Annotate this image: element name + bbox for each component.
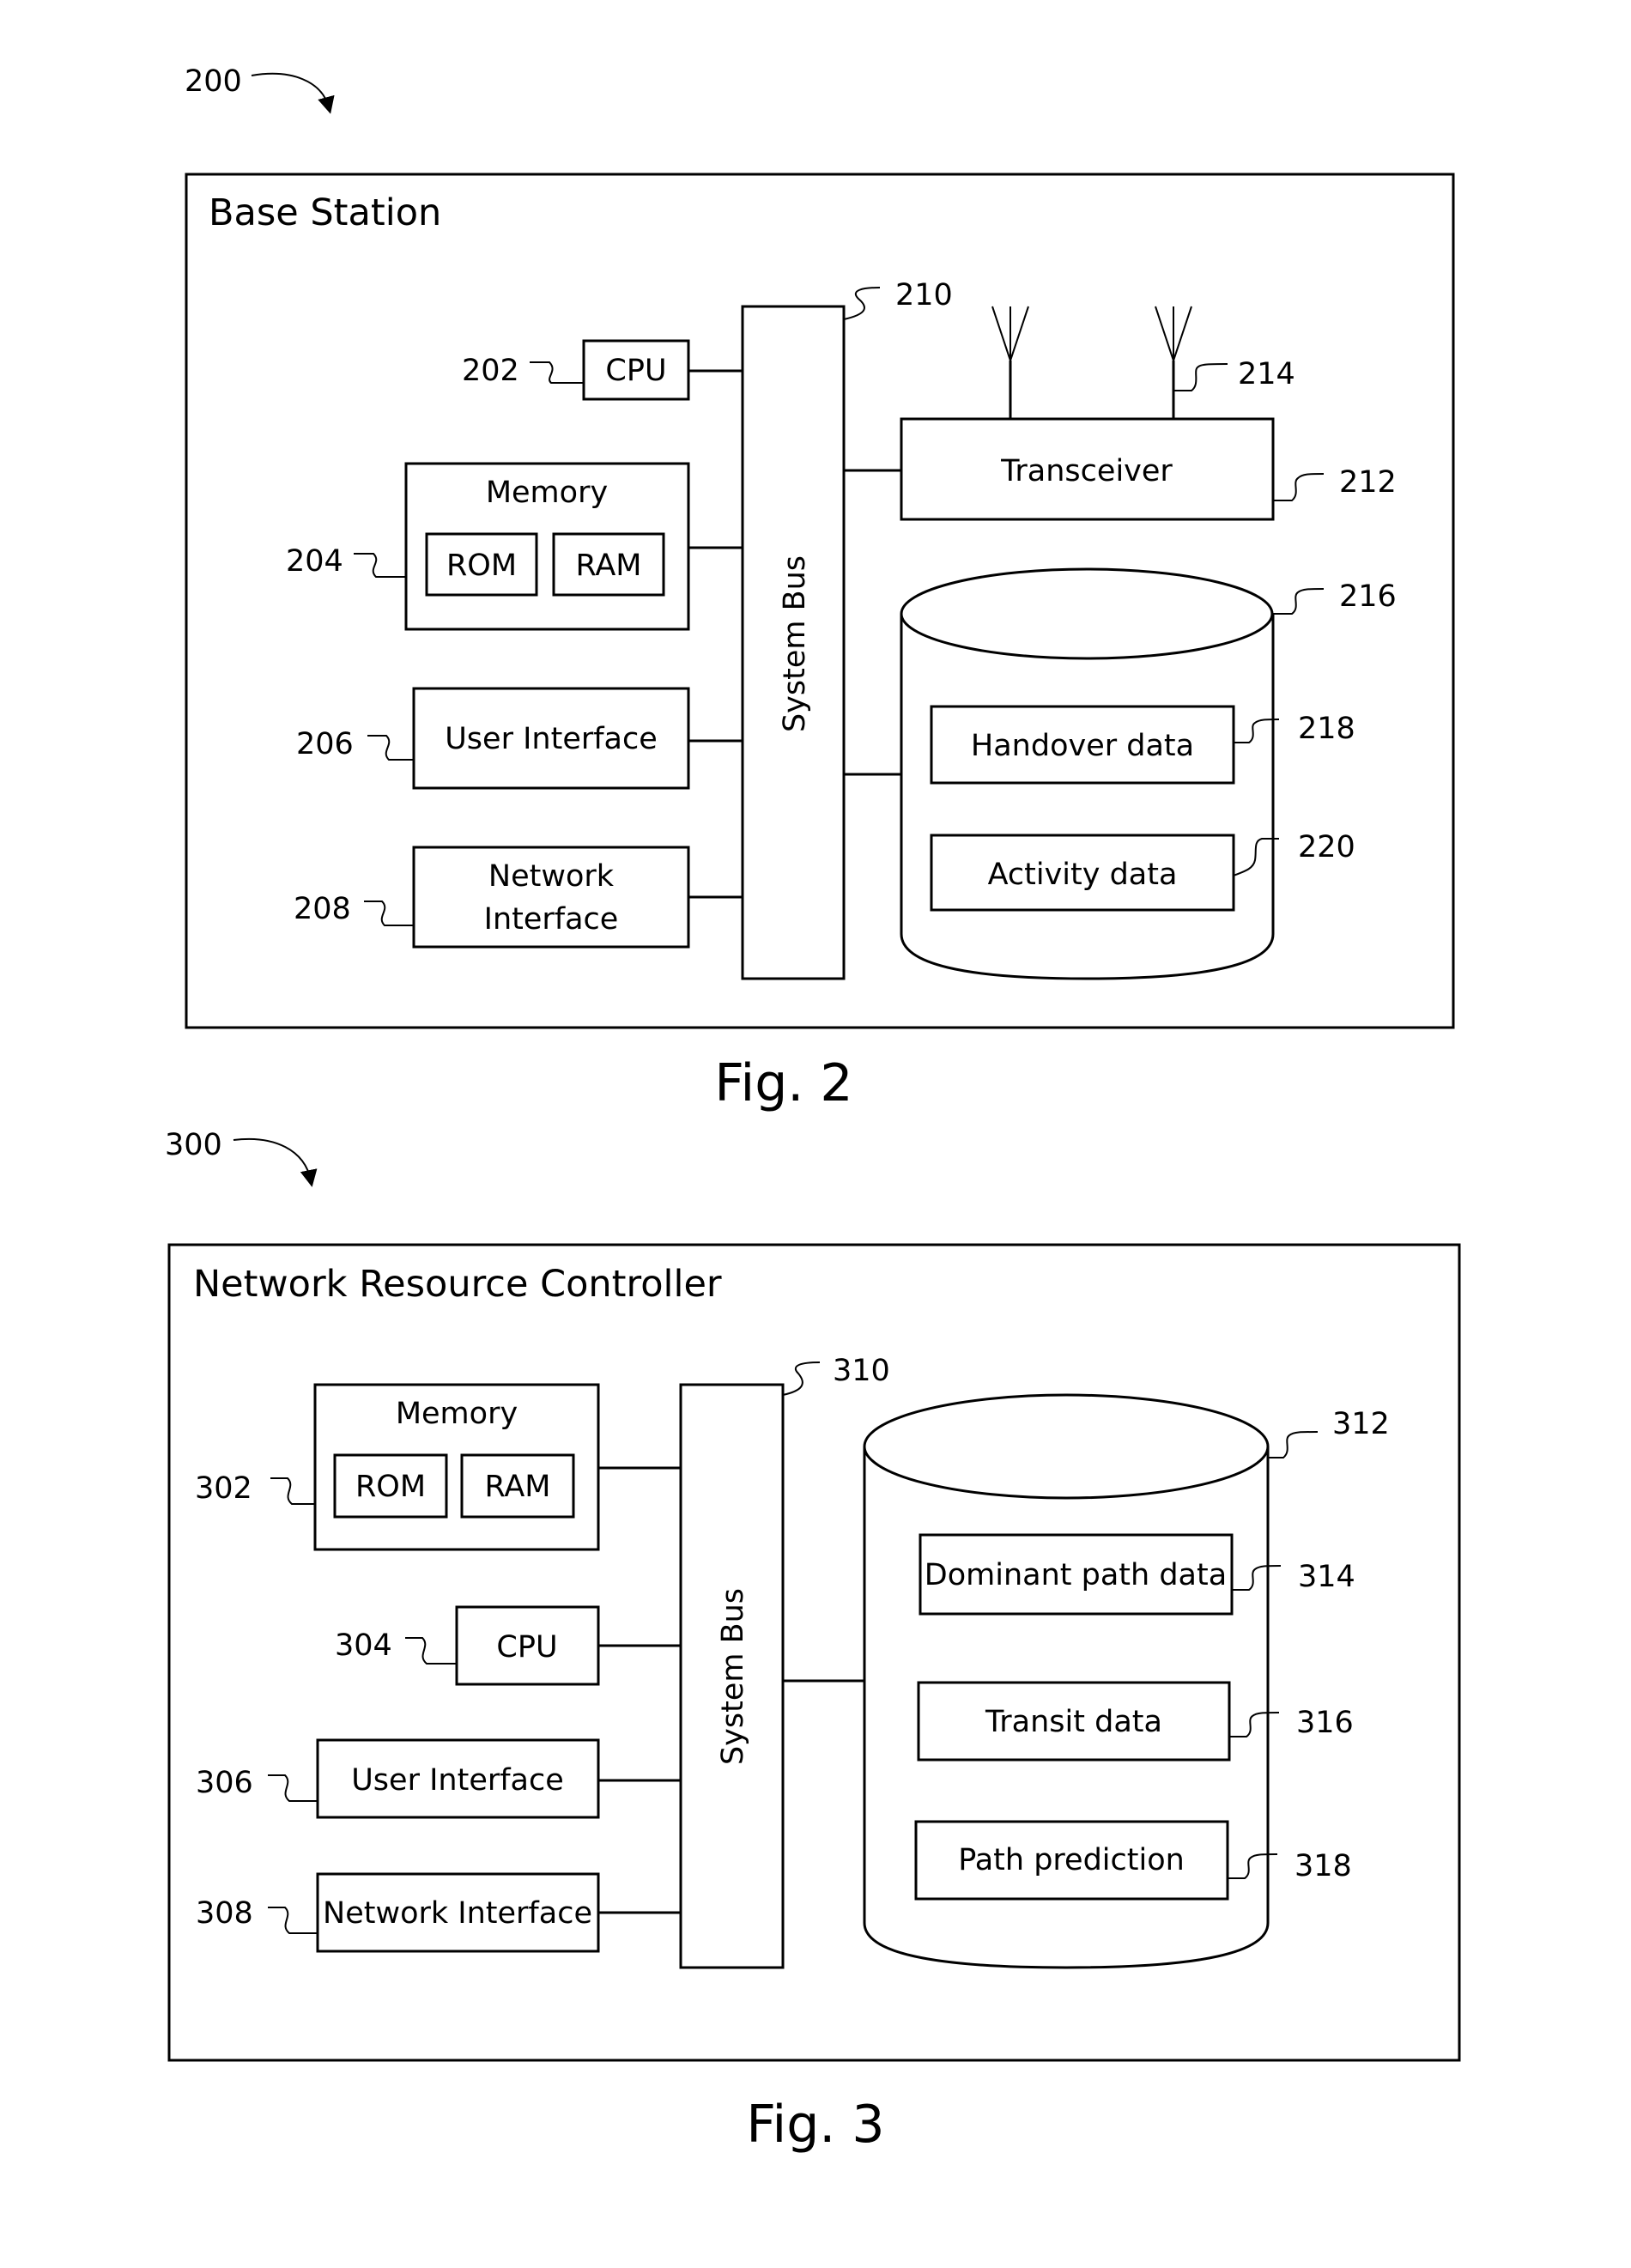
patent-figures: 200 Base Station System Bus 210 CPU 202 … (165, 64, 1461, 2155)
fig3-dominant-path-data-label: Dominant path data (925, 1558, 1227, 1592)
fig2-ref-202: 202 (462, 354, 519, 388)
fig2-ref-220: 220 (1298, 830, 1355, 864)
fig3-memory-label: Memory (396, 1397, 518, 1431)
base-station-title: Base Station (209, 191, 441, 234)
fig2-transceiver-label: Transceiver (1000, 454, 1173, 488)
fig2-memory-label: Memory (486, 476, 608, 510)
fig2-ref-200: 200 (185, 64, 242, 99)
fig3-transit-data-label: Transit data (985, 1705, 1162, 1739)
fig2-cpu-label: CPU (605, 354, 666, 388)
fig2-network-interface-label-2: Interface (484, 902, 619, 937)
fig3-ref-300: 300 (165, 1128, 222, 1162)
fig2-ref-214: 214 (1238, 357, 1295, 391)
fig2-rom-label: ROM (446, 549, 517, 583)
fig3-ref-arrow-icon (233, 1137, 318, 1187)
fig3-caption: Fig. 3 (746, 2095, 884, 2155)
fig2-ref-210: 210 (895, 278, 953, 312)
fig3-ref-302: 302 (195, 1471, 252, 1506)
fig3-ref-312: 312 (1332, 1407, 1390, 1441)
fig2-ref-212: 212 (1339, 465, 1397, 500)
fig2-ref-204: 204 (286, 544, 343, 579)
fig2-user-interface-label: User Interface (445, 722, 658, 756)
fig3-ref-306: 306 (196, 1766, 253, 1800)
fig3-ref-310: 310 (833, 1354, 890, 1388)
fig3-network-interface-label: Network Interface (323, 1896, 592, 1931)
fig2-ref-218: 218 (1298, 712, 1355, 746)
fig2-activity-data-label: Activity data (988, 858, 1178, 892)
fig3-rom-label: ROM (355, 1470, 426, 1504)
fig3-ref-308: 308 (196, 1896, 253, 1931)
fig2-ref-216: 216 (1339, 579, 1397, 614)
fig2-system-bus-label: System Bus (778, 555, 812, 732)
fig3-ref-304: 304 (335, 1628, 392, 1663)
fig3-user-interface-label: User Interface (351, 1763, 564, 1798)
fig2-ref-208: 208 (294, 892, 351, 926)
fig2-caption: Fig. 2 (714, 1053, 852, 1113)
network-resource-controller-title: Network Resource Controller (193, 1263, 722, 1306)
fig3-ref-316: 316 (1296, 1706, 1354, 1740)
fig2-ram-label: RAM (575, 549, 641, 583)
fig3-ref-318: 318 (1294, 1849, 1352, 1883)
fig2-ref-206: 206 (296, 727, 354, 761)
fig2-handover-data-label: Handover data (971, 729, 1194, 763)
fig3-ram-label: RAM (484, 1470, 550, 1504)
fig2-ref-arrow-icon (251, 72, 335, 114)
fig3-ref-314: 314 (1298, 1560, 1355, 1594)
figure-3: 300 Network Resource Controller System B… (165, 1128, 1461, 2155)
figure-2: 200 Base Station System Bus 210 CPU 202 … (185, 64, 1455, 1113)
fig3-path-prediction-label: Path prediction (958, 1843, 1185, 1877)
fig3-cpu-label: CPU (496, 1630, 557, 1665)
fig2-network-interface-label-1: Network (488, 859, 615, 894)
fig3-system-bus-label: System Bus (716, 1588, 750, 1765)
